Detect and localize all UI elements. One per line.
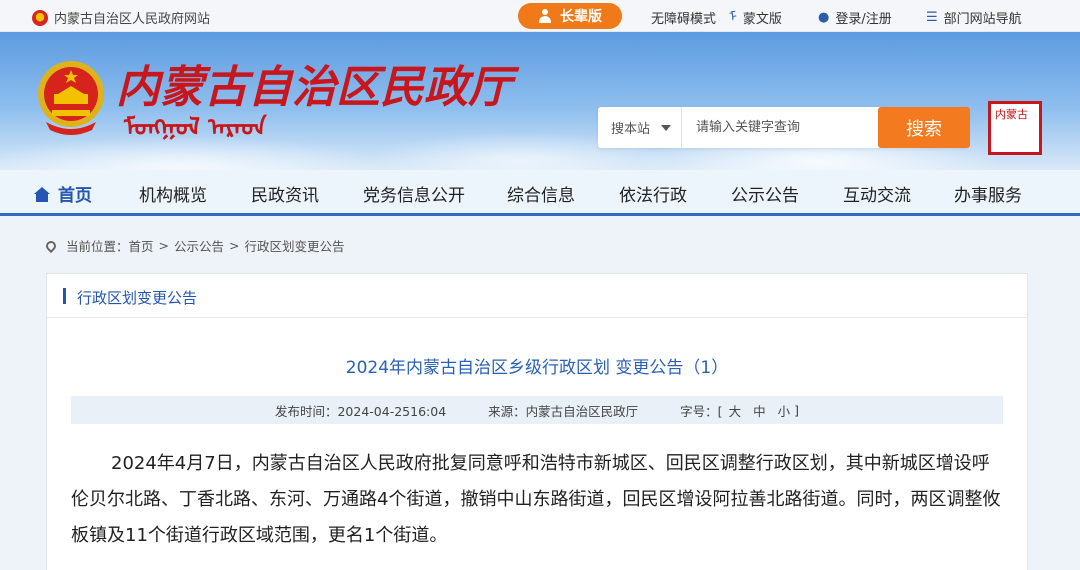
- search-input[interactable]: [684, 107, 874, 148]
- accessible-mode-link[interactable]: 无障碍模式: [651, 8, 716, 27]
- search-scope-select[interactable]: 搜本站: [598, 107, 682, 148]
- panel-header: 行政区划变更公告: [47, 274, 1027, 318]
- font-size-medium-button[interactable]: 中: [753, 401, 766, 420]
- nav-item-news[interactable]: 民政资讯: [251, 181, 319, 206]
- content-panel: 行政区划变更公告 2024年内蒙古自治区乡级行政区划 变更公告（1） 发布时间：…: [46, 273, 1028, 570]
- site-logo-title[interactable]: 内蒙古自治区民政厅: [116, 64, 512, 112]
- nav-item-notices[interactable]: 公示公告: [731, 181, 799, 206]
- article-source: 来源：内蒙古自治区民政厅: [488, 403, 639, 419]
- font-size-small-button[interactable]: 小: [778, 401, 791, 420]
- nav-item-party-info[interactable]: 党务信息公开: [363, 181, 465, 206]
- dept-nav-link[interactable]: ☰ 部门网站导航: [926, 8, 1022, 27]
- search-button[interactable]: 搜索: [878, 107, 970, 148]
- breadcrumb-notices[interactable]: 公示公告: [174, 236, 224, 255]
- breadcrumb: 当前位置： 首页 > 公示公告 > 行政区划变更公告: [43, 236, 345, 255]
- top-utility-bar: 内蒙古自治区人民政府网站 长辈版 无障碍模式 ᠮ 蒙文版 ● 登录/注册 ☰ 部…: [0, 0, 1080, 32]
- person-icon: [538, 9, 552, 23]
- user-icon: ●: [818, 10, 830, 25]
- panel-heading: 行政区划变更公告: [77, 289, 198, 307]
- caret-down-icon: [661, 125, 671, 131]
- publish-time: 发布时间：2024-04-2516:04: [274, 403, 447, 419]
- nav-item-organization[interactable]: 机构概览: [139, 181, 207, 206]
- font-size-large-button[interactable]: 大: [729, 401, 742, 420]
- nav-item-general-info[interactable]: 综合信息: [507, 181, 575, 206]
- home-icon: [34, 187, 50, 202]
- heading-accent-bar: [63, 288, 66, 304]
- location-pin-icon: [43, 238, 59, 253]
- login-link[interactable]: ● 登录/注册: [818, 8, 892, 27]
- breadcrumb-current[interactable]: 行政区划变更公告: [245, 236, 345, 255]
- article-title: 2024年内蒙古自治区乡级行政区划 变更公告（1）: [345, 358, 729, 378]
- main-nav: 首页 机构概览 民政资讯 党务信息公开 综合信息 依法行政 公示公告 互动交流 …: [0, 170, 1080, 216]
- elder-mode-button[interactable]: 长辈版: [518, 3, 622, 29]
- mongolian-script-icon: ᠮ: [729, 10, 737, 25]
- national-emblem-icon: [38, 61, 104, 135]
- nav-item-interaction[interactable]: 互动交流: [843, 181, 911, 206]
- header-banner: 内蒙古自治区民政厅 ᠮᠣᠩᠭᠣᠯ ᠠᠷᠠᠳ: [0, 32, 1080, 170]
- breadcrumb-home[interactable]: 首页: [129, 236, 154, 255]
- article-body: 2024年4月7日，内蒙古自治区人民政府批复同意呼和浩特市新城区、回民区调整行政…: [71, 453, 1001, 546]
- article-meta: 发布时间：2024-04-2516:04 来源：内蒙古自治区民政厅 字号：[ 大…: [71, 396, 1003, 424]
- list-icon: ☰: [926, 10, 938, 25]
- site-logo-mongolian: ᠮᠣᠩᠭᠣᠯ ᠠᠷᠠᠳ: [124, 113, 267, 141]
- nav-item-law[interactable]: 依法行政: [619, 181, 687, 206]
- nav-item-services[interactable]: 办事服务: [954, 181, 1022, 206]
- font-size-label: 字号：[: [680, 403, 723, 419]
- national-emblem-icon: [32, 9, 48, 26]
- seal-logo[interactable]: 内蒙古: [988, 101, 1042, 155]
- site-name[interactable]: 内蒙古自治区人民政府网站: [32, 8, 210, 27]
- nav-item-home[interactable]: 首页: [34, 181, 92, 206]
- mongolian-version-link[interactable]: ᠮ 蒙文版: [729, 8, 782, 27]
